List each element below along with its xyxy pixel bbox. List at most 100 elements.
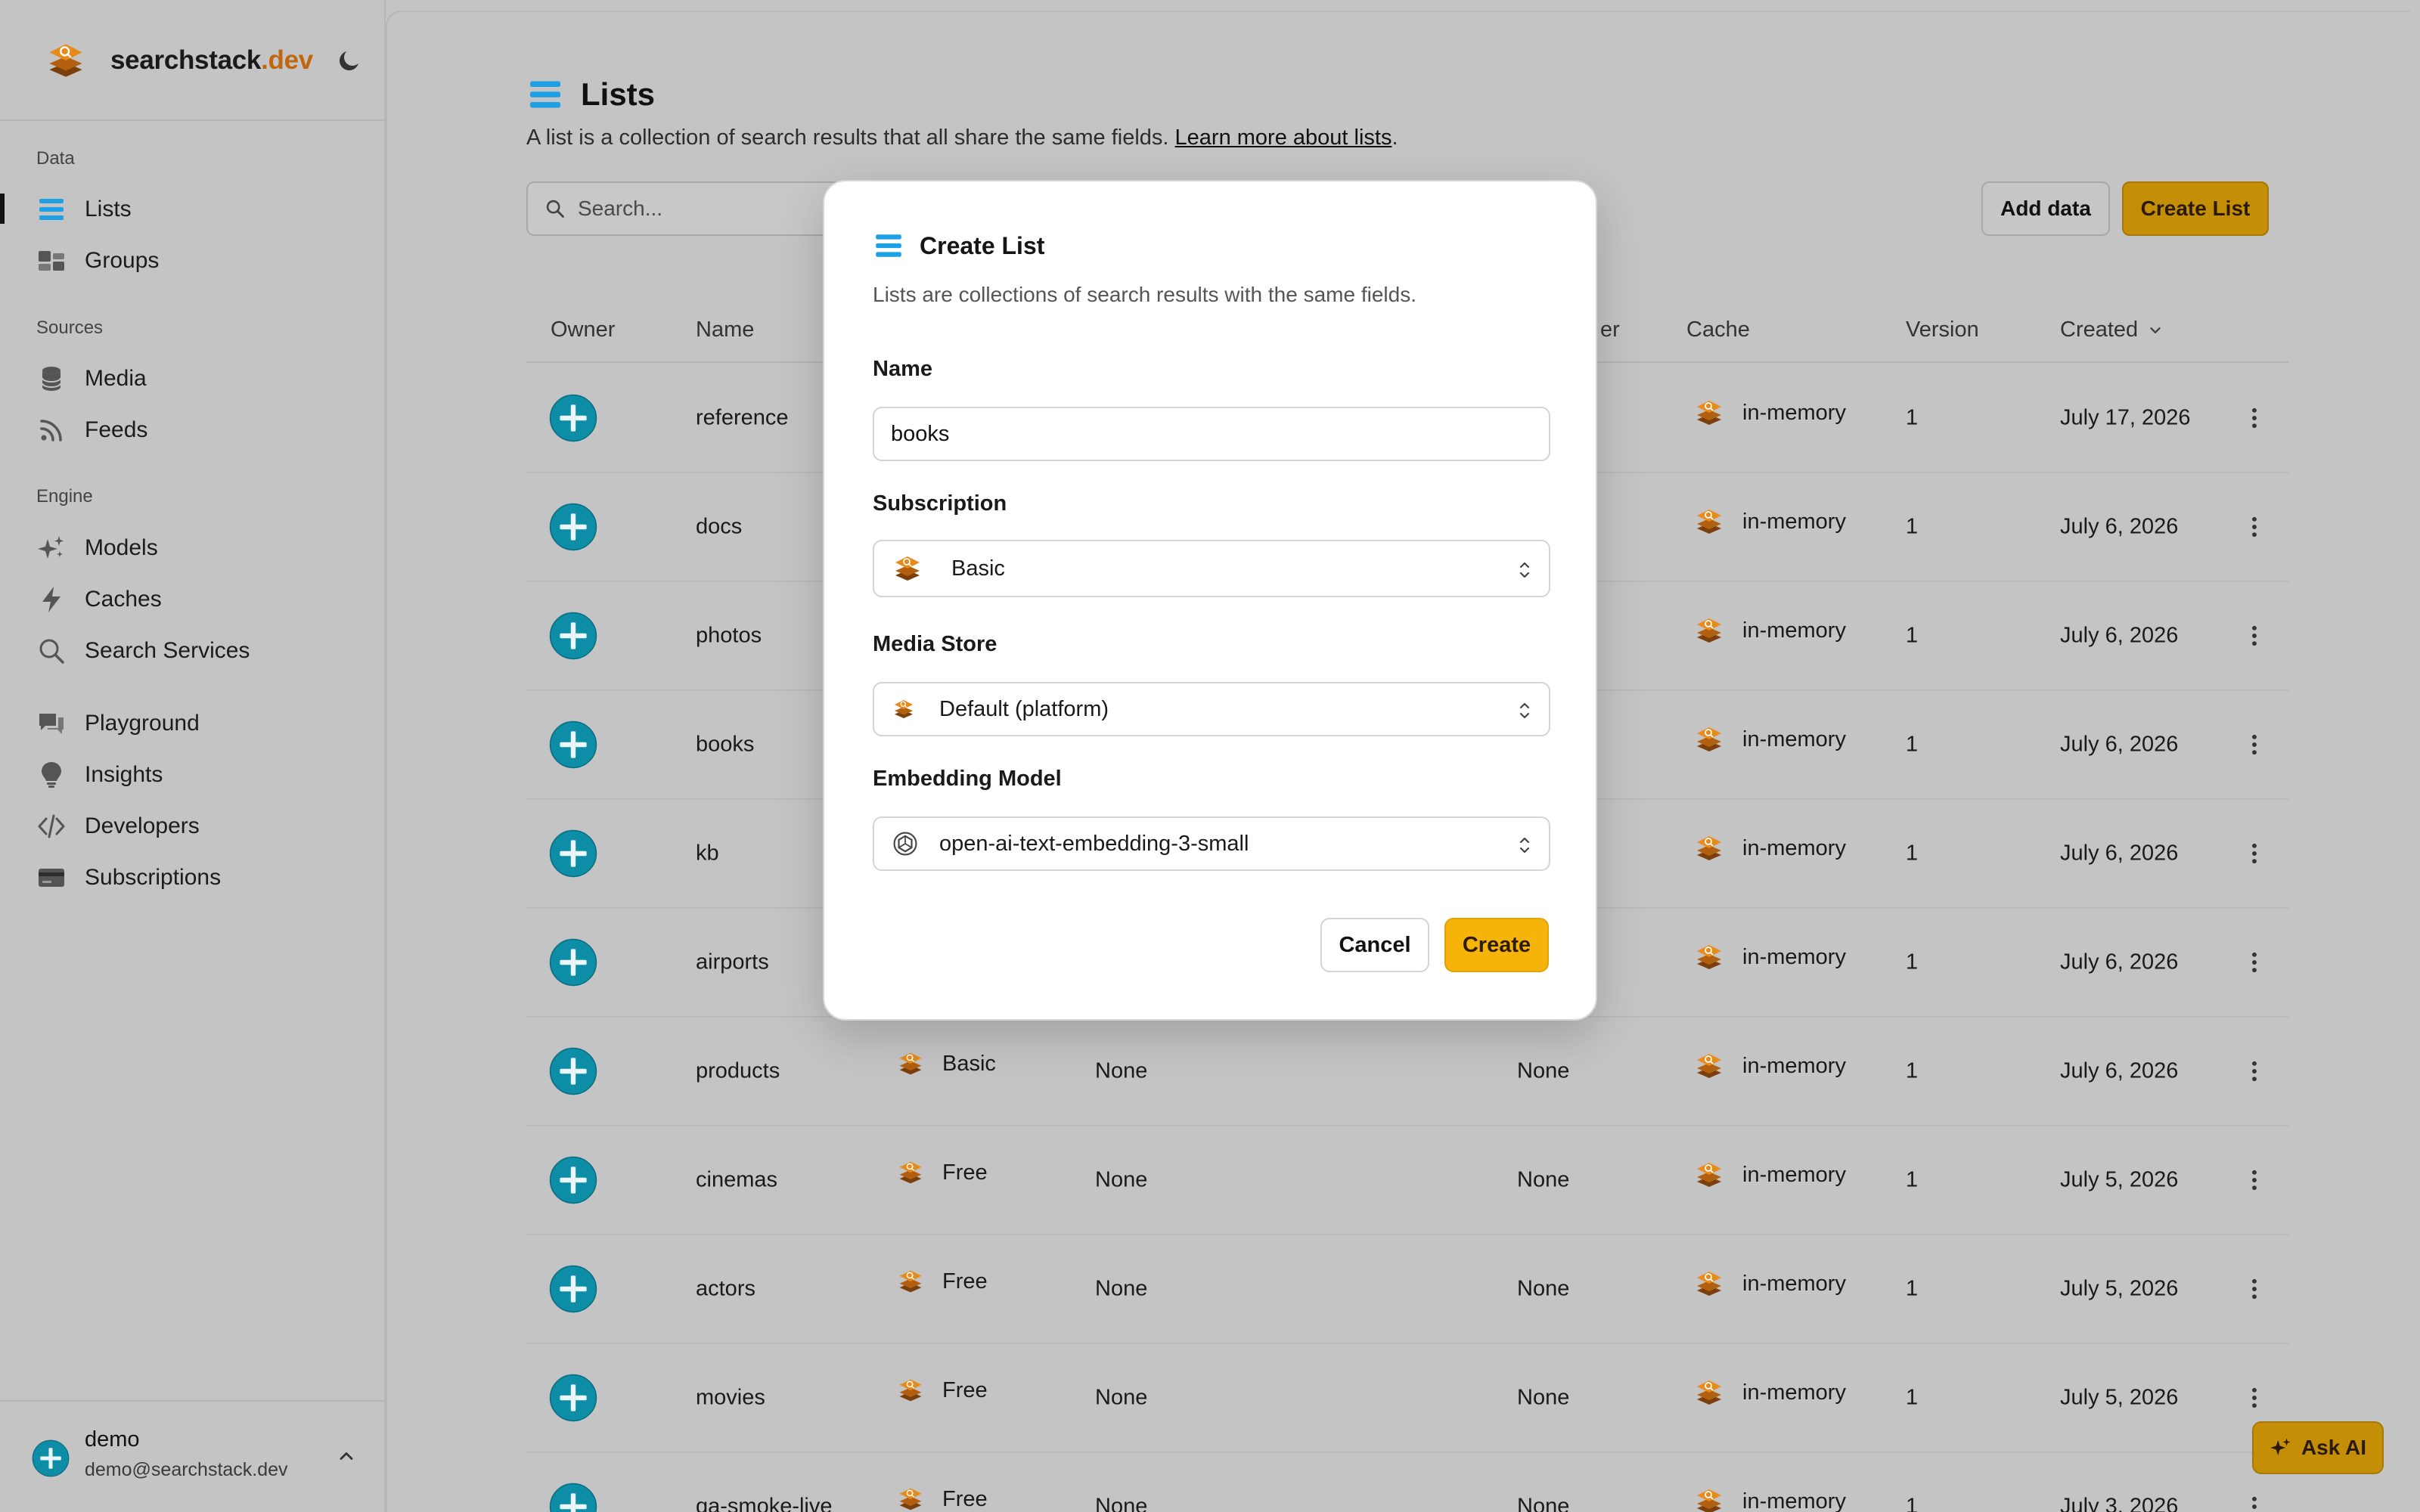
column-version[interactable]: Version (1906, 318, 1979, 342)
list-name[interactable]: kb (696, 841, 719, 866)
sparkles-icon (2270, 1438, 2291, 1455)
user-email: demo@searchstack.dev (85, 1459, 288, 1480)
add-data-button[interactable]: Add data (1981, 181, 2110, 236)
nav-section-data: Data (36, 148, 75, 169)
cache-label: in-memory (1742, 1489, 1846, 1512)
version-cell: 1 (1906, 1494, 1919, 1512)
row-actions-kebab-icon[interactable] (2243, 623, 2266, 649)
sidebar-item-models[interactable]: Models (36, 527, 369, 569)
sidebar-item-caches[interactable]: Caches (36, 578, 369, 621)
cache-cell: in-memory (1694, 953, 1846, 972)
table-row[interactable]: movies Free None None in-memory 1 July 5, 2026 (526, 1344, 2288, 1453)
row-actions-kebab-icon[interactable] (2243, 841, 2266, 866)
create-button[interactable]: Create (1444, 918, 1549, 972)
row-actions-kebab-icon[interactable] (2243, 1276, 2266, 1302)
search-input[interactable] (578, 197, 865, 221)
table-row[interactable]: cinemas Free None None in-memory 1 July 5, 202… (526, 1126, 2288, 1235)
list-icon (873, 230, 904, 262)
subscription-select[interactable]: Basic (873, 540, 1550, 597)
version-cell: 1 (1906, 514, 1919, 539)
column-created[interactable]: Created (2060, 318, 2164, 342)
embedding-model-select[interactable]: open-ai-text-embedding-3-small (873, 816, 1550, 871)
model-cell: None (1517, 1276, 1570, 1301)
nav-section-engine: Engine (36, 486, 93, 507)
sparkles-icon (38, 536, 64, 559)
row-actions-kebab-icon[interactable] (2243, 1058, 2266, 1084)
row-actions-kebab-icon[interactable] (2243, 1167, 2266, 1193)
created-cell: July 6, 2026 (2060, 841, 2179, 866)
row-actions-kebab-icon[interactable] (2243, 1494, 2266, 1512)
list-name[interactable]: docs (696, 515, 742, 540)
row-actions-kebab-icon[interactable] (2243, 514, 2266, 540)
lightbulb-icon (42, 762, 61, 788)
sidebar-item-media[interactable]: Media (36, 358, 369, 400)
cache-cell: in-memory (1694, 735, 1846, 754)
learn-more-link[interactable]: Learn more about lists (1175, 125, 1392, 150)
cache-icon (1694, 833, 1724, 863)
owner-avatar-icon (549, 1047, 597, 1095)
media-store-select[interactable]: Default (platform) (873, 682, 1550, 736)
plan-icon (897, 1377, 924, 1404)
user-name: demo (85, 1427, 140, 1452)
row-actions-kebab-icon[interactable] (2243, 732, 2266, 758)
chevron-up-icon[interactable] (336, 1445, 357, 1467)
cache-label: in-memory (1742, 400, 1846, 425)
embedding-model-value: open-ai-text-embedding-3-small (939, 831, 1249, 856)
dark-mode-moon-icon[interactable] (336, 47, 363, 74)
sidebar-item-label: Developers (85, 813, 200, 838)
list-name[interactable]: reference (696, 406, 789, 431)
page-subtitle-text: A list is a collection of search results… (526, 125, 1169, 150)
row-actions-kebab-icon[interactable] (2243, 950, 2266, 975)
plan-label: Free (942, 1160, 988, 1185)
cancel-button[interactable]: Cancel (1320, 918, 1429, 972)
sidebar-item-developers[interactable]: Developers (36, 805, 369, 847)
plan-cell: Free (897, 1160, 988, 1186)
cache-icon (1694, 1160, 1724, 1190)
sidebar-item-label: Subscriptions (85, 865, 222, 890)
sidebar-item-search-services[interactable]: Search Services (36, 630, 369, 672)
sidebar-item-feeds[interactable]: Feeds (36, 409, 369, 451)
list-name[interactable]: cinemas (696, 1168, 777, 1193)
sidebar-item-insights[interactable]: Insights (36, 754, 369, 796)
table-row[interactable]: qa-smoke-live Free None None in-memory 1 July … (526, 1453, 2288, 1512)
create-list-button[interactable]: Create List (2122, 181, 2269, 236)
owner-avatar-icon (549, 720, 597, 769)
owner-avatar-icon (549, 394, 597, 442)
sidebar-item-playground[interactable]: Playground (36, 702, 369, 745)
created-cell: July 5, 2026 (2060, 1276, 2179, 1301)
list-name[interactable]: movies (696, 1386, 765, 1411)
list-name[interactable]: airports (696, 950, 769, 975)
cache-icon (1694, 398, 1724, 428)
ask-ai-button[interactable]: Ask AI (2252, 1421, 2384, 1474)
brand[interactable]: searchstack.dev (45, 38, 363, 83)
owner-avatar-icon (549, 612, 597, 660)
user-menu[interactable]: demo demo@searchstack.dev (32, 1426, 357, 1486)
list-name[interactable]: books (696, 733, 754, 758)
list-name[interactable]: products (696, 1059, 780, 1084)
sidebar-item-label: Media (85, 366, 147, 391)
sidebar-item-groups[interactable]: Groups (36, 240, 369, 282)
list-name[interactable]: photos (696, 624, 762, 649)
column-owner[interactable]: Owner (551, 318, 615, 342)
column-name[interactable]: Name (696, 318, 754, 342)
column-cache[interactable]: Cache (1686, 318, 1750, 342)
version-cell: 1 (1906, 1276, 1919, 1301)
table-row[interactable]: actors Free None None in-memory 1 July 5, 2026 (526, 1235, 2288, 1344)
version-cell: 1 (1906, 405, 1919, 430)
cache-label: in-memory (1742, 509, 1846, 534)
name-field[interactable]: books (873, 407, 1550, 461)
row-actions-kebab-icon[interactable] (2243, 405, 2266, 431)
column-partial[interactable]: er (1600, 318, 1620, 342)
sidebar-item-subscriptions[interactable]: Subscriptions (36, 857, 369, 899)
list-name[interactable]: actors (696, 1277, 755, 1302)
create-list-dialog: Create List Lists are collections of sea… (823, 180, 1597, 1021)
cache-cell: in-memory (1694, 1388, 1846, 1408)
created-cell: July 6, 2026 (2060, 950, 2179, 974)
sidebar-item-lists[interactable]: Lists (36, 188, 369, 231)
cache-label: in-memory (1742, 727, 1846, 751)
list-name[interactable]: qa-smoke-live (696, 1495, 833, 1512)
table-row[interactable]: products Basic None None in-memory 1 July 6, 2… (526, 1018, 2288, 1126)
row-actions-kebab-icon[interactable] (2243, 1385, 2266, 1411)
version-cell: 1 (1906, 1385, 1919, 1410)
cache-icon (1694, 1051, 1724, 1081)
